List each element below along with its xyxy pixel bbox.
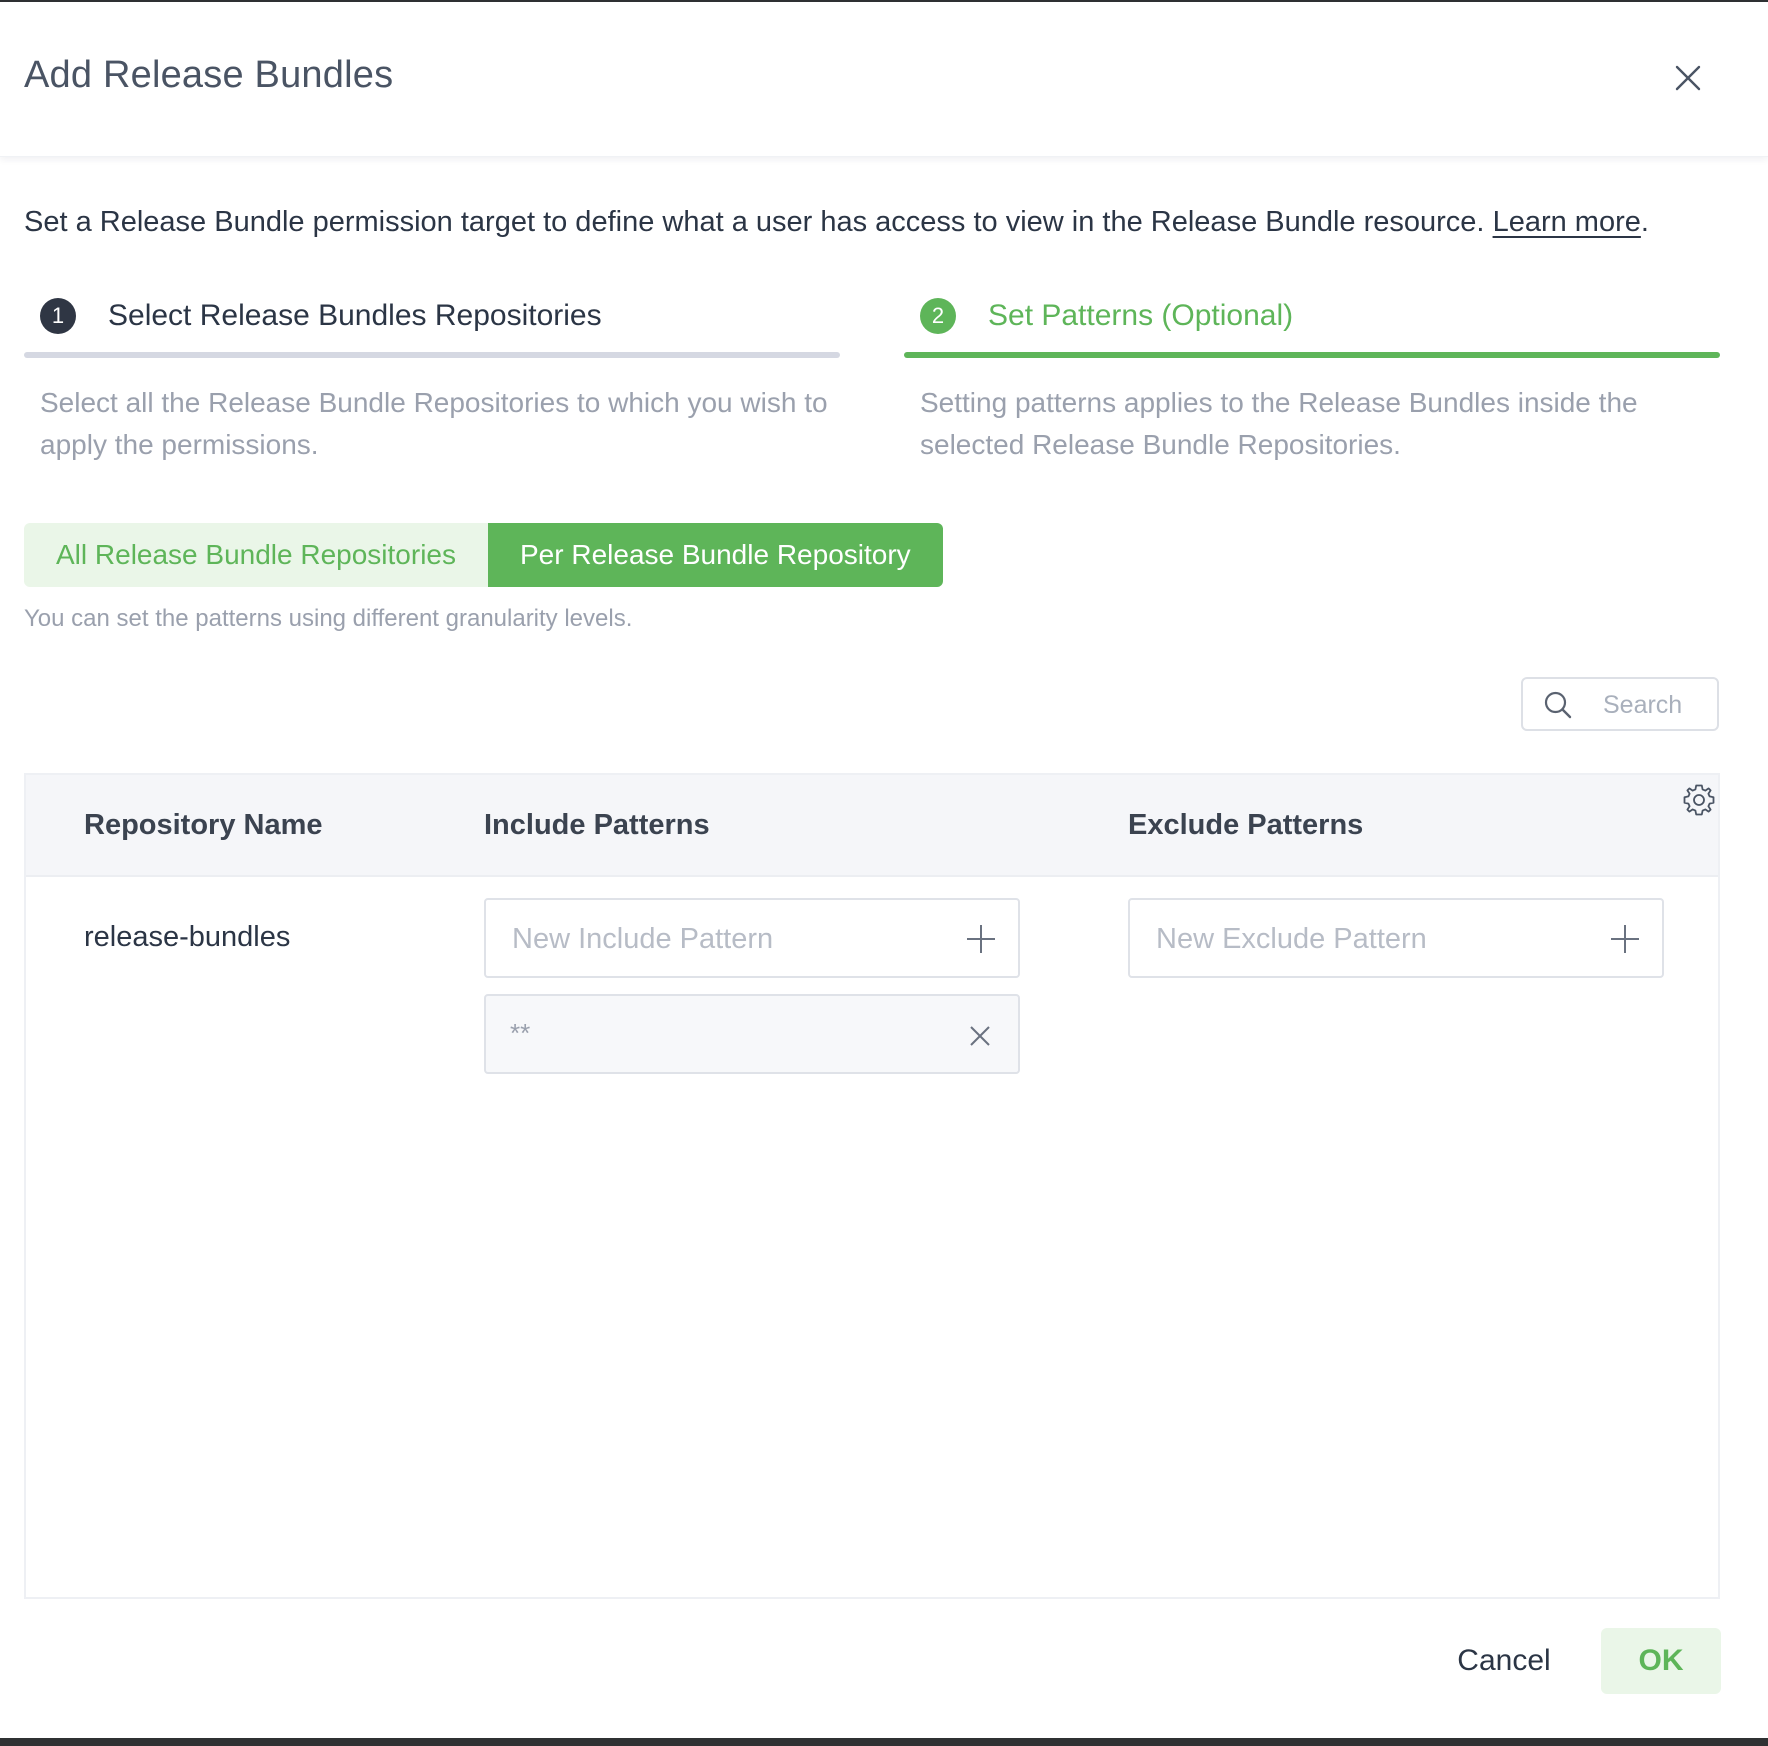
search-box[interactable] (1521, 677, 1719, 731)
close-button[interactable] (1668, 58, 1708, 98)
plus-icon[interactable] (964, 922, 998, 956)
toggle-per-repository[interactable]: Per Release Bundle Repository (488, 523, 943, 587)
gear-icon[interactable] (1680, 781, 1718, 819)
column-repository-name[interactable]: Repository Name (84, 809, 323, 842)
step-description: Setting patterns applies to the Release … (920, 387, 1638, 460)
search-input[interactable] (1601, 687, 1715, 723)
step-select-repositories[interactable]: 1 Select Release Bundles Repositories Se… (24, 298, 840, 460)
step-description: Select all the Release Bundle Repositori… (40, 387, 828, 460)
include-pattern-field[interactable] (484, 898, 1020, 978)
close-icon (1675, 65, 1701, 91)
intro-suffix: . (1640, 206, 1649, 238)
step-title: Select Release Bundles Repositories (108, 299, 602, 332)
column-include-patterns[interactable]: Include Patterns (484, 809, 710, 842)
cancel-button[interactable]: Cancel (1432, 1628, 1576, 1694)
step-title: Set Patterns (Optional) (988, 299, 1294, 332)
table-header: Repository Name Include Patterns Exclude… (26, 775, 1718, 877)
step-header: 2 Set Patterns (Optional) (904, 298, 1720, 358)
repository-name-cell: release-bundles (84, 921, 291, 953)
dialog-header: Add Release Bundles (0, 2, 1768, 157)
remove-icon[interactable] (966, 1022, 994, 1050)
step-header: 1 Select Release Bundles Repositories (24, 298, 840, 358)
include-pattern-value: ** (510, 1018, 531, 1048)
add-release-bundles-dialog: Add Release Bundles Set a Release Bundle… (0, 2, 1768, 1738)
granularity-toggle: All Release Bundle Repositories Per Rele… (24, 523, 943, 587)
ok-button[interactable]: OK (1601, 1628, 1721, 1694)
step-set-patterns[interactable]: 2 Set Patterns (Optional) Setting patter… (904, 298, 1720, 460)
granularity-hint: You can set the patterns using different… (24, 605, 633, 632)
intro-text: Set a Release Bundle permission target t… (24, 206, 1649, 239)
include-pattern-chip: ** (484, 994, 1020, 1074)
step-number-badge: 1 (40, 298, 76, 334)
patterns-table: Repository Name Include Patterns Exclude… (24, 773, 1720, 1599)
step-progress-bar (904, 352, 1720, 358)
toggle-all-repositories[interactable]: All Release Bundle Repositories (24, 523, 488, 587)
exclude-pattern-input[interactable] (1154, 918, 1598, 960)
step-progress-bar (24, 352, 840, 358)
step-number-badge: 2 (920, 298, 956, 334)
include-pattern-input[interactable] (510, 918, 954, 960)
learn-more-link[interactable]: Learn more (1493, 206, 1641, 238)
column-exclude-patterns[interactable]: Exclude Patterns (1128, 809, 1363, 842)
dialog-title: Add Release Bundles (24, 54, 394, 96)
exclude-pattern-field[interactable] (1128, 898, 1664, 978)
search-icon (1544, 691, 1572, 719)
intro-description: Set a Release Bundle permission target t… (24, 206, 1485, 238)
plus-icon[interactable] (1608, 922, 1642, 956)
